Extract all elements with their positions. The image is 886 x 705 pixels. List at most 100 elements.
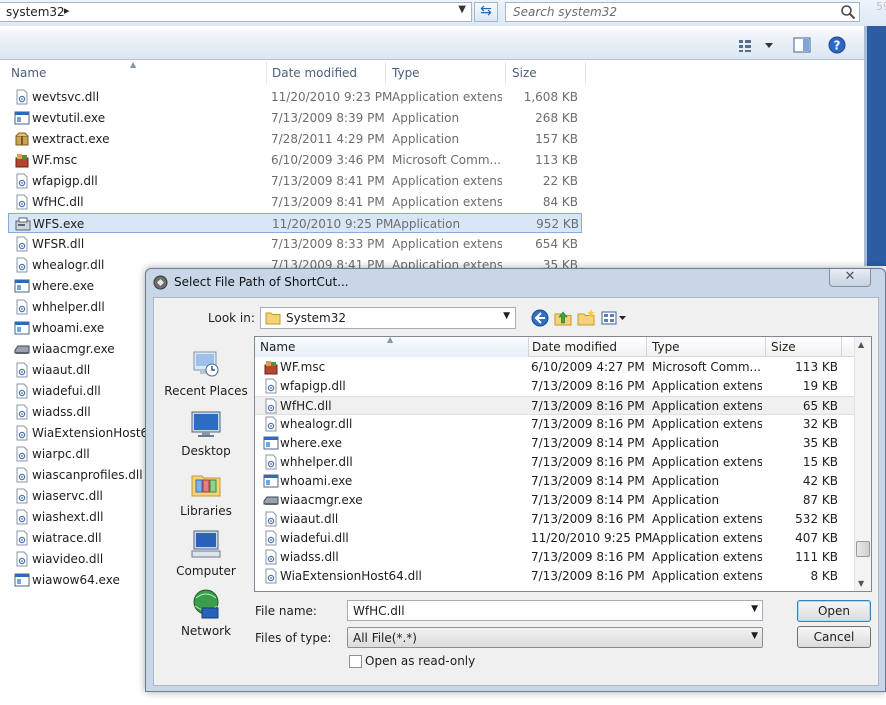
column-divider[interactable] <box>585 62 586 84</box>
preview-pane-icon[interactable] <box>793 37 811 53</box>
dialog-file-row[interactable]: where.exe 7/13/2009 8:14 PM Application 35 … <box>255 434 855 453</box>
scroll-down-icon[interactable]: ▼ <box>858 579 864 588</box>
chevron-down-icon[interactable]: ▼ <box>751 631 758 641</box>
files-of-type-value: All File(*.*) <box>353 631 417 645</box>
file-name-field[interactable]: WfHC.dll ▼ <box>347 600 763 621</box>
file-row[interactable]: WFSR.dll 7/13/2009 8:33 PM Application ext… <box>8 234 582 254</box>
column-type[interactable]: Type <box>652 340 680 354</box>
dll-icon <box>265 568 277 584</box>
file-date-modified: 7/13/2009 8:14 PM <box>531 493 645 507</box>
column-name[interactable]: Name <box>260 340 295 354</box>
column-divider[interactable] <box>841 337 842 357</box>
dll-icon <box>16 236 28 252</box>
column-divider[interactable] <box>505 62 506 84</box>
place-desktop[interactable]: Desktop <box>159 408 253 466</box>
exe-icon <box>14 279 30 293</box>
column-type[interactable]: Type <box>392 66 420 80</box>
breadcrumb-arrow-icon[interactable]: ▸ <box>64 4 70 17</box>
column-divider[interactable] <box>266 62 267 84</box>
dll-icon <box>16 383 28 399</box>
file-row[interactable]: wevtutil.exe 7/13/2009 8:39 PM Application… <box>8 108 582 128</box>
dll-icon <box>265 416 277 432</box>
column-divider[interactable] <box>385 62 386 84</box>
dll-icon <box>16 173 28 189</box>
place-recent-places[interactable]: Recent Places <box>159 348 253 406</box>
dialog-file-row[interactable]: wfapigp.dll 7/13/2009 8:16 PM Application … <box>255 377 855 396</box>
place-libraries[interactable]: Libraries <box>159 468 253 526</box>
file-row[interactable]: wfapigp.dll 7/13/2009 8:41 PM Application … <box>8 171 582 191</box>
close-button[interactable]: ✕ <box>829 269 871 287</box>
dialog-file-row[interactable]: wiaaut.dll 7/13/2009 8:16 PM Application e… <box>255 510 855 529</box>
back-icon[interactable] <box>530 308 550 328</box>
exe-icon <box>263 474 279 488</box>
vertical-scrollbar[interactable]: ▲ ▼ <box>854 337 871 591</box>
column-date-modified[interactable]: Date modified <box>532 340 617 354</box>
change-view-icon[interactable] <box>737 37 777 53</box>
dialog-file-row[interactable]: whealogr.dll 7/13/2009 8:16 PM Application… <box>255 415 855 434</box>
file-name: wiaacmgr.exe <box>280 493 363 507</box>
place-network[interactable]: Network <box>159 588 253 646</box>
place-computer[interactable]: Computer <box>159 528 253 586</box>
file-name: whoami.exe <box>32 321 105 335</box>
column-date-modified[interactable]: Date modified <box>272 66 357 80</box>
dialog-title: Select File Path of ShortCut... <box>174 275 349 289</box>
file-size: 113 KB <box>535 153 578 167</box>
read-only-label[interactable]: Open as read-only <box>365 654 475 668</box>
dialog-file-row[interactable]: whoami.exe 7/13/2009 8:14 PM Application 42… <box>255 472 855 491</box>
refresh-button[interactable]: ⇆ <box>474 2 498 22</box>
dll-icon <box>16 446 28 462</box>
column-divider[interactable] <box>646 337 647 357</box>
file-date-modified: 7/13/2009 8:16 PM <box>531 569 645 583</box>
search-box[interactable]: Search system32 <box>505 2 860 22</box>
chevron-down-icon[interactable]: ▼ <box>751 604 758 614</box>
breadcrumb-system32[interactable]: system32 <box>6 5 65 19</box>
dialog-file-row[interactable]: wiaacmgr.exe 7/13/2009 8:14 PM Application… <box>255 491 855 510</box>
file-name: wiavideo.dll <box>32 552 104 566</box>
look-in-combo[interactable]: System32 ▼ <box>260 307 516 329</box>
files-of-type-select[interactable]: All File(*.*) ▼ <box>347 627 763 648</box>
file-row[interactable]: wevtsvc.dll 11/20/2010 9:23 PM Application… <box>8 87 582 107</box>
place-label: Desktop <box>181 444 231 458</box>
file-size: 532 KB <box>795 512 838 526</box>
chevron-down-icon[interactable]: ▼ <box>503 311 510 321</box>
file-row[interactable]: wextract.exe 7/28/2011 4:29 PM Application… <box>8 129 582 149</box>
search-icon[interactable] <box>840 4 856 20</box>
file-row-selected[interactable]: WFS.exe 11/20/2010 9:25 PM Application 952 … <box>8 213 582 233</box>
dialog-file-row[interactable]: whhelper.dll 7/13/2009 8:16 PM Application… <box>255 453 855 472</box>
up-folder-icon[interactable] <box>553 308 573 328</box>
search-input[interactable]: Search system32 <box>513 5 617 19</box>
file-name-value[interactable]: WfHC.dll <box>353 604 405 618</box>
read-only-checkbox[interactable] <box>349 655 362 668</box>
file-name: wiadss.dll <box>32 405 91 419</box>
dialog-file-row[interactable]: wiadss.dll 7/13/2009 8:16 PM Application e… <box>255 548 855 567</box>
dll-icon <box>265 530 277 546</box>
dialog-file-row-hover[interactable]: WfHC.dll 7/13/2009 8:16 PM Application ext… <box>255 396 855 415</box>
file-date-modified: 7/13/2009 8:16 PM <box>531 417 645 431</box>
dll-icon <box>16 194 28 210</box>
column-divider[interactable] <box>765 337 766 357</box>
dialog-file-row[interactable]: WF.msc 6/10/2009 4:27 PM Microsoft Comm...… <box>255 358 855 377</box>
file-name: wiadss.dll <box>280 550 339 564</box>
column-divider[interactable] <box>528 337 529 357</box>
folder-icon <box>265 312 281 325</box>
address-dropdown-icon[interactable]: ▼ <box>458 4 466 15</box>
new-folder-icon[interactable] <box>576 308 596 328</box>
scroll-up-icon[interactable]: ▲ <box>858 340 864 349</box>
scroll-thumb[interactable] <box>856 541 870 557</box>
dialog-file-row[interactable]: WiaExtensionHost64.dll 7/13/2009 8:16 PM A… <box>255 567 855 586</box>
dialog-file-row[interactable]: wiadefui.dll 11/20/2010 9:25 PM Applicatio… <box>255 529 855 548</box>
msc-icon <box>15 154 29 168</box>
file-name: WFS.exe <box>33 217 85 231</box>
help-icon[interactable]: ? <box>828 36 846 54</box>
file-row[interactable]: WF.msc 6/10/2009 3:46 PM Microsoft Comm...… <box>8 150 582 170</box>
column-size[interactable]: Size <box>771 340 796 354</box>
cancel-button[interactable]: Cancel <box>797 626 871 648</box>
dialog-file-list[interactable]: ▲ Name Date modified Type Size WF.msc 6/1… <box>254 335 872 592</box>
file-name: wevtutil.exe <box>32 111 106 125</box>
file-row[interactable]: WfHC.dll 7/13/2009 8:41 PM Application ext… <box>8 192 582 212</box>
open-button[interactable]: Open <box>797 600 871 622</box>
column-name[interactable]: Name <box>11 66 46 80</box>
view-menu-icon[interactable] <box>600 308 628 328</box>
address-bar[interactable]: system32 ▸ ▼ <box>0 2 472 22</box>
column-size[interactable]: Size <box>512 66 537 80</box>
